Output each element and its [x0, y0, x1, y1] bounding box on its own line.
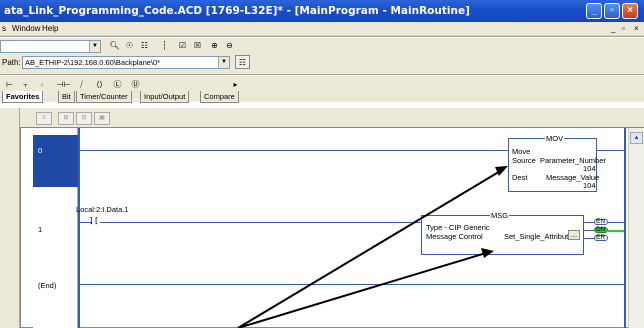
branch-icon[interactable]: ⫟ [18, 78, 33, 92]
window-title: ata_Link_Programming_Code.ACD [1769-L32E… [4, 5, 470, 17]
chevron-down-icon[interactable]: ▼ [89, 41, 100, 52]
zoom-out-icon[interactable]: ⊖ [222, 39, 237, 53]
rung-wire [100, 222, 421, 223]
msg-browse-button[interactable]: ... [568, 230, 580, 240]
mov-title: Move [512, 147, 531, 156]
find-icon[interactable]: 🔍︎ [107, 39, 122, 53]
toggle-bit-icon[interactable]: ┆ [157, 39, 172, 53]
otl-icon[interactable]: Ⓛ [110, 78, 125, 92]
en-output-label: EN [596, 218, 606, 225]
end-rung-label[interactable]: (End) [38, 281, 56, 290]
tab-favorites[interactable]: Favorites [2, 91, 44, 103]
toolbar-separator [0, 36, 644, 38]
mov-source-tag[interactable]: Parameter_Number [540, 156, 606, 165]
er-output-label: ER [596, 234, 606, 241]
mdi-minimize-button[interactable]: _ [611, 24, 615, 33]
mov-source-label: Source [512, 156, 536, 165]
mdi-restore-button[interactable]: ▫ [622, 24, 625, 33]
mdi-close-button[interactable]: × [634, 24, 639, 33]
minimize-button[interactable]: _ [586, 3, 602, 19]
scroll-up-icon[interactable]: ▲ [630, 132, 643, 144]
view-icon[interactable]: ▣ [94, 112, 110, 125]
rung-wire [597, 150, 624, 151]
path-combo[interactable]: AB_ETHIP-2\192.168.0.60\Backplane\0* ▼ [22, 56, 230, 69]
xic-icon[interactable]: ⊣⊢ [56, 78, 71, 92]
menu-item-tools[interactable]: s [2, 24, 6, 33]
rung-number[interactable]: 1 [38, 225, 42, 234]
msg-type-label: Type - CIP Generic [426, 223, 490, 232]
find-replace-icon[interactable]: ☷ [137, 39, 152, 53]
contact-tag[interactable]: Local:2:I.Data.1 [76, 205, 129, 214]
verify-controller-icon[interactable]: ☒ [190, 39, 205, 53]
menu-bar: s Window Help _ ▫ × [0, 22, 644, 36]
end-rung-wire [80, 284, 624, 285]
properties-icon[interactable]: ≡ [36, 112, 52, 125]
menu-item-help[interactable]: Help [42, 24, 58, 33]
zoom-rung-alt-icon[interactable]: ⊟ [76, 112, 92, 125]
instruction-tabs: Favorites Bit Timer/Counter Input/Output… [0, 91, 644, 103]
otu-icon[interactable]: Ⓤ [128, 78, 143, 92]
msg-mnemonic: MSG [490, 211, 510, 220]
ote-icon[interactable]: ⟨⟩ [92, 78, 107, 92]
right-power-rail [624, 128, 626, 328]
path-value: AB_ETHIP-2\192.168.0.60\Backplane\0* [25, 58, 161, 67]
mov-dest-value: 104 [583, 181, 596, 190]
output-wire [584, 238, 594, 239]
toolbar-combo[interactable]: ▼ [0, 40, 101, 53]
zoom-in-icon[interactable]: ⊕ [207, 39, 222, 53]
rung-wire [608, 222, 624, 223]
tab-bit[interactable]: Bit [58, 91, 75, 103]
mov-mnemonic: MOV [545, 134, 565, 143]
rung-icon[interactable]: ⊢ [2, 78, 17, 92]
verify-routine-icon[interactable]: ☑ [175, 39, 190, 53]
find-next-icon[interactable]: ☉ [122, 39, 137, 53]
tab-timer-counter[interactable]: Timer/Counter [76, 91, 132, 103]
vertical-scrollbar[interactable]: ▲ [628, 128, 644, 328]
xic-contact[interactable]: ][ [89, 216, 99, 225]
chevron-down-icon[interactable]: ▼ [218, 57, 229, 68]
mov-source-value: 104 [583, 164, 596, 173]
close-button[interactable]: × [622, 3, 638, 19]
zoom-rung-icon[interactable]: ⊞ [58, 112, 74, 125]
xio-icon[interactable]: ⧸ [74, 78, 89, 92]
menu-item-window[interactable]: Window [12, 24, 40, 33]
mov-instruction[interactable]: MOV Move Source Parameter_Number 104 Des… [508, 134, 606, 192]
tab-input-output[interactable]: Input/Output [140, 91, 190, 103]
title-bar: ata_Link_Programming_Code.ACD [1769-L32E… [0, 0, 644, 22]
msg-control-tag[interactable]: Set_Single_Attribute [504, 232, 572, 241]
dn-output-label: DN [596, 226, 606, 233]
rung-wire [80, 150, 508, 151]
rung-number[interactable]: 0 [38, 146, 42, 155]
organizer-edge [0, 108, 20, 328]
path-label: Path: [2, 58, 21, 67]
tab-compare[interactable]: Compare [200, 91, 239, 103]
ladder-toolbar: ≡ ⊞ ⊟ ▣ [20, 108, 644, 128]
mov-dest-label: Dest [512, 173, 528, 182]
network-tree-icon[interactable]: ☷ [235, 55, 250, 69]
left-power-rail [78, 128, 80, 328]
chevron-right-icon[interactable]: ▸ [228, 78, 243, 92]
branch-level-icon[interactable]: ⫞ [34, 78, 49, 92]
toolbar-separator [0, 74, 644, 76]
msg-instruction[interactable]: MSG Type - CIP Generic Message Control S… [421, 211, 584, 255]
dn-energized-wire [608, 230, 624, 232]
output-wire [584, 230, 594, 231]
maximize-button[interactable]: ▫ [604, 3, 620, 19]
output-wire [584, 222, 594, 223]
msg-control-label: Message Control [426, 232, 483, 241]
selected-rung-marker[interactable] [33, 135, 78, 187]
